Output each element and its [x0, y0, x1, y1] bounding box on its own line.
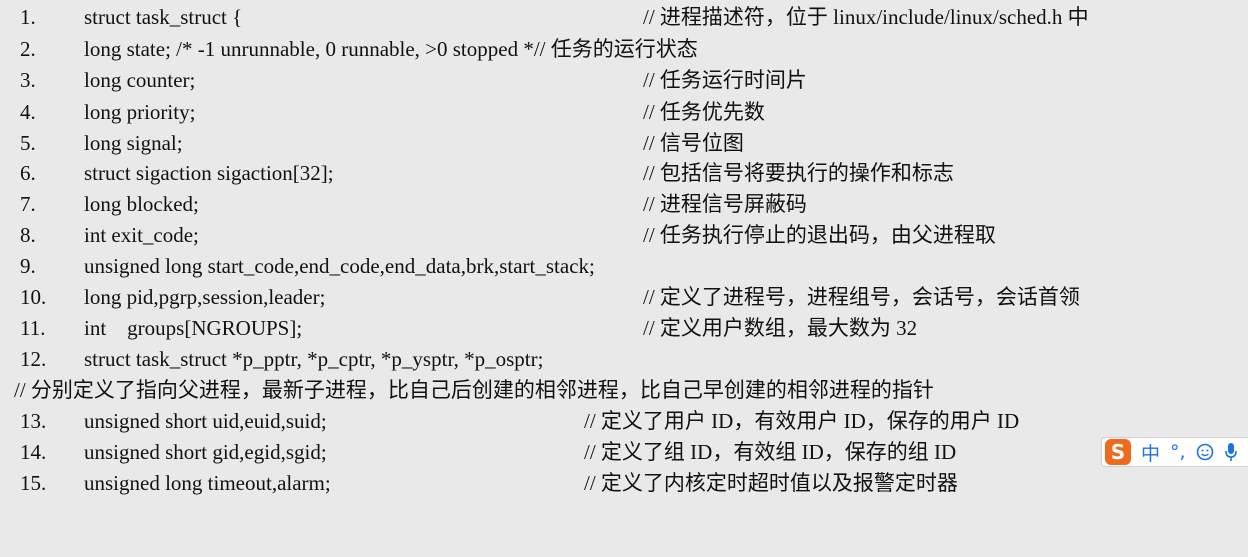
- code-text: long pid,pgrp,session,leader;: [84, 285, 326, 309]
- line-number: 13.: [20, 409, 47, 433]
- code-comment: // 定义用户数组，最大数为 32: [643, 316, 918, 340]
- smiley-icon[interactable]: [1196, 443, 1214, 461]
- code-text: int groups[NGROUPS];: [84, 316, 303, 340]
- code-comment: // 定义了内核定时超时值以及报警定时器: [584, 471, 958, 495]
- code-text: struct task_struct *p_pptr, *p_cptr, *p_…: [84, 347, 544, 371]
- code-comment: // 进程信号屏蔽码: [643, 192, 807, 216]
- line-number: 9.: [20, 254, 36, 278]
- line-number: 1.: [20, 5, 36, 29]
- code-comment: // 任务执行停止的退出码，由父进程取: [643, 223, 996, 247]
- code-text: struct task_struct {: [84, 5, 243, 29]
- line-number: 3.: [20, 68, 36, 92]
- code-comment: // 分别定义了指向父进程，最新子进程，比自己后创建的相邻进程，比自己早创建的相…: [14, 378, 934, 402]
- code-text: long state; /* -1 unrunnable, 0 runnable…: [84, 37, 698, 61]
- line-number: 10.: [20, 285, 47, 309]
- code-text: long priority;: [84, 100, 196, 124]
- code-text: long signal;: [84, 131, 183, 155]
- line-number: 11.: [20, 316, 46, 340]
- code-comment: // 定义了用户 ID，有效用户 ID，保存的用户 ID: [584, 409, 1020, 433]
- code-text: long counter;: [84, 68, 196, 92]
- code-comment: // 信号位图: [643, 131, 744, 155]
- sogou-logo-icon[interactable]: S: [1105, 439, 1131, 465]
- code-text: int exit_code;: [84, 223, 199, 247]
- code-text: unsigned short gid,egid,sgid;: [84, 440, 327, 464]
- code-text: unsigned long timeout,alarm;: [84, 471, 331, 495]
- code-text: unsigned short uid,euid,suid;: [84, 409, 327, 433]
- code-text: long blocked;: [84, 192, 199, 216]
- line-number: 2.: [20, 37, 36, 61]
- line-number: 5.: [20, 131, 36, 155]
- ime-punctuation-toggle[interactable]: °,: [1170, 441, 1186, 463]
- line-number: 15.: [20, 471, 47, 495]
- code-text: struct sigaction sigaction[32];: [84, 161, 334, 185]
- line-number: 14.: [20, 440, 47, 464]
- line-number: 7.: [20, 192, 36, 216]
- ime-toolbar[interactable]: S 中 °,: [1101, 437, 1248, 467]
- code-comment: // 任务运行时间片: [643, 68, 807, 92]
- code-comment: // 定义了进程号，进程组号，会话号，会话首领: [643, 285, 1080, 309]
- ime-mode-toggle[interactable]: 中: [1141, 439, 1160, 466]
- line-number: 6.: [20, 161, 36, 185]
- line-number: 4.: [20, 100, 36, 124]
- code-comment: // 定义了组 ID，有效组 ID，保存的组 ID: [584, 440, 957, 464]
- line-number: 8.: [20, 223, 36, 247]
- code-comment: // 任务优先数: [643, 100, 765, 124]
- code-comment: // 进程描述符，位于 linux/include/linux/sched.h …: [643, 5, 1089, 29]
- code-text: unsigned long start_code,end_code,end_da…: [84, 254, 595, 278]
- line-number: 12.: [20, 347, 47, 371]
- code-comment: // 包括信号将要执行的操作和标志: [643, 161, 954, 185]
- microphone-icon[interactable]: [1224, 442, 1238, 462]
- document-page: 1. struct task_struct { // 进程描述符，位于 linu…: [0, 0, 1248, 557]
